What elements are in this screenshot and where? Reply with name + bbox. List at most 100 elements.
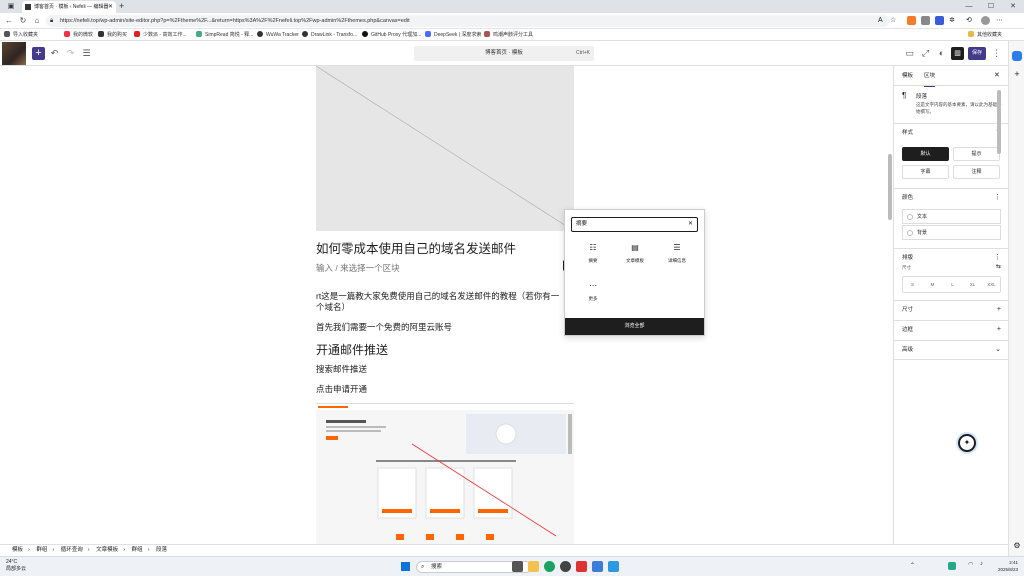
styles-icon[interactable]: ◐ [935, 47, 948, 60]
browser-menu-icon[interactable]: ⋯ [996, 16, 1005, 25]
block-option-details[interactable]: ☰ 详细信息 [657, 242, 697, 272]
size-s[interactable]: S [903, 277, 922, 292]
border-panel[interactable]: 边框 + [894, 320, 1009, 340]
extension-icon[interactable] [935, 16, 944, 25]
volume-icon[interactable]: ♪ [980, 561, 983, 567]
screenshot-image[interactable] [316, 403, 574, 544]
close-tab-icon[interactable]: ✕ [108, 1, 113, 13]
advanced-panel[interactable]: 高级 ⌄ [894, 340, 1009, 360]
breadcrumb-item[interactable]: 循环查询 [61, 547, 83, 553]
panel-settings-icon[interactable]: ⚙ [1012, 541, 1022, 551]
style-caption-button[interactable]: 字幕 [902, 165, 949, 179]
style-note-button[interactable]: 注释 [953, 165, 1000, 179]
bookmark-item[interactable]: SimpRead 简悦 - 释... [196, 29, 253, 41]
bookmark-item[interactable]: 鸣潮声骸评分工具 [484, 29, 533, 41]
file-explorer-icon[interactable] [528, 561, 539, 572]
tab-block[interactable]: 区块 [924, 66, 936, 87]
minimize-icon[interactable]: — [958, 0, 980, 13]
editor-canvas[interactable]: 如何零成本使用自己的域名发送邮件 输入 / 来选择一个区块 + rt这是一篇教大… [0, 66, 893, 544]
weather-widget[interactable]: 24°C 局部多云 [6, 559, 26, 573]
app-icon[interactable] [560, 561, 571, 572]
app-icon[interactable] [592, 561, 603, 572]
tray-overflow-icon[interactable]: ⌃ [910, 562, 915, 569]
profile-avatar[interactable] [981, 16, 990, 25]
task-view-icon[interactable] [512, 561, 523, 572]
settings-toggle-icon[interactable]: ▥ [951, 47, 964, 60]
assistant-float-icon[interactable]: ✦ [958, 434, 976, 452]
options-icon[interactable]: ⋮ [994, 189, 1001, 207]
sidebar-scrollbar[interactable] [997, 90, 1001, 154]
url-field[interactable]: 🔒︎ https://nefeli.top/wp-admin/site-edit… [46, 15, 890, 27]
breadcrumb-item[interactable]: 群组 [36, 547, 47, 553]
read-aloud-icon[interactable]: A [878, 16, 887, 25]
extension-icon[interactable] [921, 16, 930, 25]
refresh-icon[interactable]: ↻ [17, 15, 29, 27]
block-option-post-template[interactable]: ▤ 文章模板 [615, 242, 655, 272]
options-menu-icon[interactable]: ⋮ [990, 47, 1003, 60]
extension-icon[interactable] [907, 16, 916, 25]
browser-tab[interactable]: 博客首页 · 模板 ‹ Nefeli — 编辑器 ✕ [22, 1, 116, 13]
bookmark-item[interactable]: 我的微软 [64, 29, 93, 41]
featured-image-placeholder[interactable] [316, 66, 574, 231]
paragraph-continued[interactable]: 个域名） [316, 301, 350, 313]
paragraph[interactable]: 首先我们需要一个免费的阿里云账号 [316, 321, 452, 333]
paragraph[interactable]: 搜索邮件推送 [316, 363, 367, 375]
breadcrumb-item[interactable]: 文章模板 [96, 547, 118, 553]
dimensions-panel[interactable]: 尺寸 + [894, 300, 1009, 320]
chevron-down-icon[interactable]: ⌄ [995, 341, 1001, 359]
app-icon[interactable] [576, 561, 587, 572]
paragraph[interactable]: 点击申请开通 [316, 383, 367, 395]
edge-browser-icon[interactable] [544, 561, 555, 572]
undo-icon[interactable]: ↶ [48, 47, 61, 60]
browse-all-button[interactable]: 浏览全部 [565, 318, 704, 335]
bookmark-item[interactable]: 导入收藏夹 [4, 29, 38, 41]
block-search-input[interactable]: 摘要 ✕ [571, 217, 698, 232]
bookmark-item[interactable]: WuWa Tracker [257, 29, 299, 41]
bookmark-item[interactable]: GitHub Proxy 代理加... [362, 29, 421, 41]
redo-icon[interactable]: ↷ [64, 47, 77, 60]
fullscreen-icon[interactable]: ⤢ [919, 47, 932, 60]
style-default-button[interactable]: 默认 [902, 147, 949, 161]
start-menu-icon[interactable] [401, 562, 410, 571]
size-l[interactable]: L [943, 277, 962, 292]
post-title-heading[interactable]: 如何零成本使用自己的域名发送邮件 [316, 238, 516, 257]
new-tab-button[interactable]: + [119, 0, 124, 12]
tab-actions-icon[interactable]: ▣ [0, 0, 22, 13]
empty-block-placeholder[interactable]: 输入 / 来选择一个区块 [316, 262, 400, 274]
paragraph[interactable]: rt这是一篇教大家免费使用自己的域名发送邮件的教程（若你有一 [316, 290, 559, 302]
section-heading[interactable]: 开通邮件推送 [316, 341, 388, 358]
clear-search-icon[interactable]: ✕ [688, 218, 693, 231]
color-background-option[interactable]: 背景 [902, 225, 1001, 240]
preview-device-icon[interactable]: ▭ [903, 47, 916, 60]
breadcrumb-item[interactable]: 段落 [156, 547, 167, 553]
favorite-star-icon[interactable]: ☆ [890, 16, 899, 25]
breadcrumb-item[interactable]: 模板 [12, 547, 23, 553]
canvas-scrollbar[interactable] [888, 154, 892, 220]
site-icon[interactable] [2, 42, 26, 65]
bookmark-item[interactable]: DrawLink - Transfo... [302, 29, 357, 41]
tab-template[interactable]: 模板 [902, 66, 913, 86]
document-title-bar[interactable]: 博客首页 · 模板 Ctrl+K [414, 46, 594, 61]
custom-size-icon[interactable]: ⇆ [996, 263, 1001, 270]
tray-app-icon[interactable] [948, 562, 956, 570]
style-tip-button[interactable]: 提示 [953, 147, 1000, 161]
styles-heading[interactable]: 样式 [902, 124, 913, 142]
color-text-option[interactable]: 文本 [902, 209, 1001, 224]
block-option-excerpt[interactable]: ☷ 摘要 [573, 242, 613, 272]
plus-icon[interactable]: + [997, 301, 1001, 319]
back-icon[interactable]: ← [3, 15, 15, 27]
block-option-more[interactable]: ⋯ 更多 [573, 280, 613, 310]
maximize-icon[interactable]: ☐ [980, 0, 1002, 13]
size-xxl[interactable]: XXL [982, 277, 1001, 292]
home-icon[interactable]: ⌂ [31, 15, 43, 27]
extensions-puzzle-icon[interactable]: ✲ [949, 16, 958, 25]
bookmark-item[interactable]: DeepSeek | 深度求索 [425, 29, 481, 41]
history-icon[interactable]: ⟲ [966, 16, 975, 25]
add-panel-icon[interactable]: + [1012, 69, 1022, 79]
close-sidebar-icon[interactable]: ✕ [994, 66, 1000, 86]
other-bookmarks[interactable]: 其他收藏夹 [968, 29, 1002, 41]
plus-icon[interactable]: + [997, 321, 1001, 339]
app-icon[interactable] [608, 561, 619, 572]
close-window-icon[interactable]: ✕ [1002, 0, 1024, 13]
size-xl[interactable]: XL [963, 277, 982, 292]
